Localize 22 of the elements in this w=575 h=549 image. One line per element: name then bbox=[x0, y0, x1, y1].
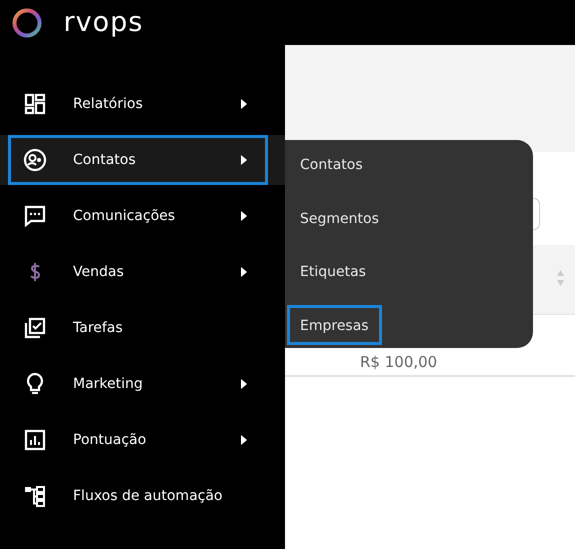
dashboard-icon bbox=[23, 92, 47, 116]
sidebar-item[interactable]: Tarefas bbox=[8, 303, 268, 353]
flowchart-icon bbox=[23, 484, 47, 508]
sort-icon[interactable] bbox=[556, 269, 565, 287]
sidebar-item[interactable]: Relatórios bbox=[8, 79, 268, 129]
chat-icon bbox=[23, 204, 47, 228]
submenu-item[interactable]: Etiquetas bbox=[287, 251, 379, 291]
sidebar-item[interactable]: Contatos bbox=[8, 135, 268, 185]
bar-chart-icon bbox=[23, 428, 47, 452]
table-cell: R$ 100,00 bbox=[360, 353, 438, 371]
logo-icon bbox=[10, 6, 42, 38]
sidebar-item[interactable]: Comunicações bbox=[8, 191, 268, 241]
contacts-icon bbox=[23, 148, 47, 172]
sidebar-item[interactable]: Marketing bbox=[8, 359, 268, 409]
checklist-icon bbox=[23, 316, 47, 340]
sidebar-item[interactable]: Pontuação bbox=[8, 415, 268, 465]
brand-name: rvops bbox=[64, 9, 144, 36]
submenu-item[interactable]: Contatos bbox=[287, 144, 376, 184]
submenu-item[interactable]: Segmentos bbox=[287, 198, 392, 238]
sidebar-item[interactable]: Fluxos de automação bbox=[8, 471, 268, 521]
sidebar-item[interactable]: Vendas bbox=[8, 247, 268, 297]
submenu-item[interactable]: Empresas bbox=[287, 304, 382, 344]
